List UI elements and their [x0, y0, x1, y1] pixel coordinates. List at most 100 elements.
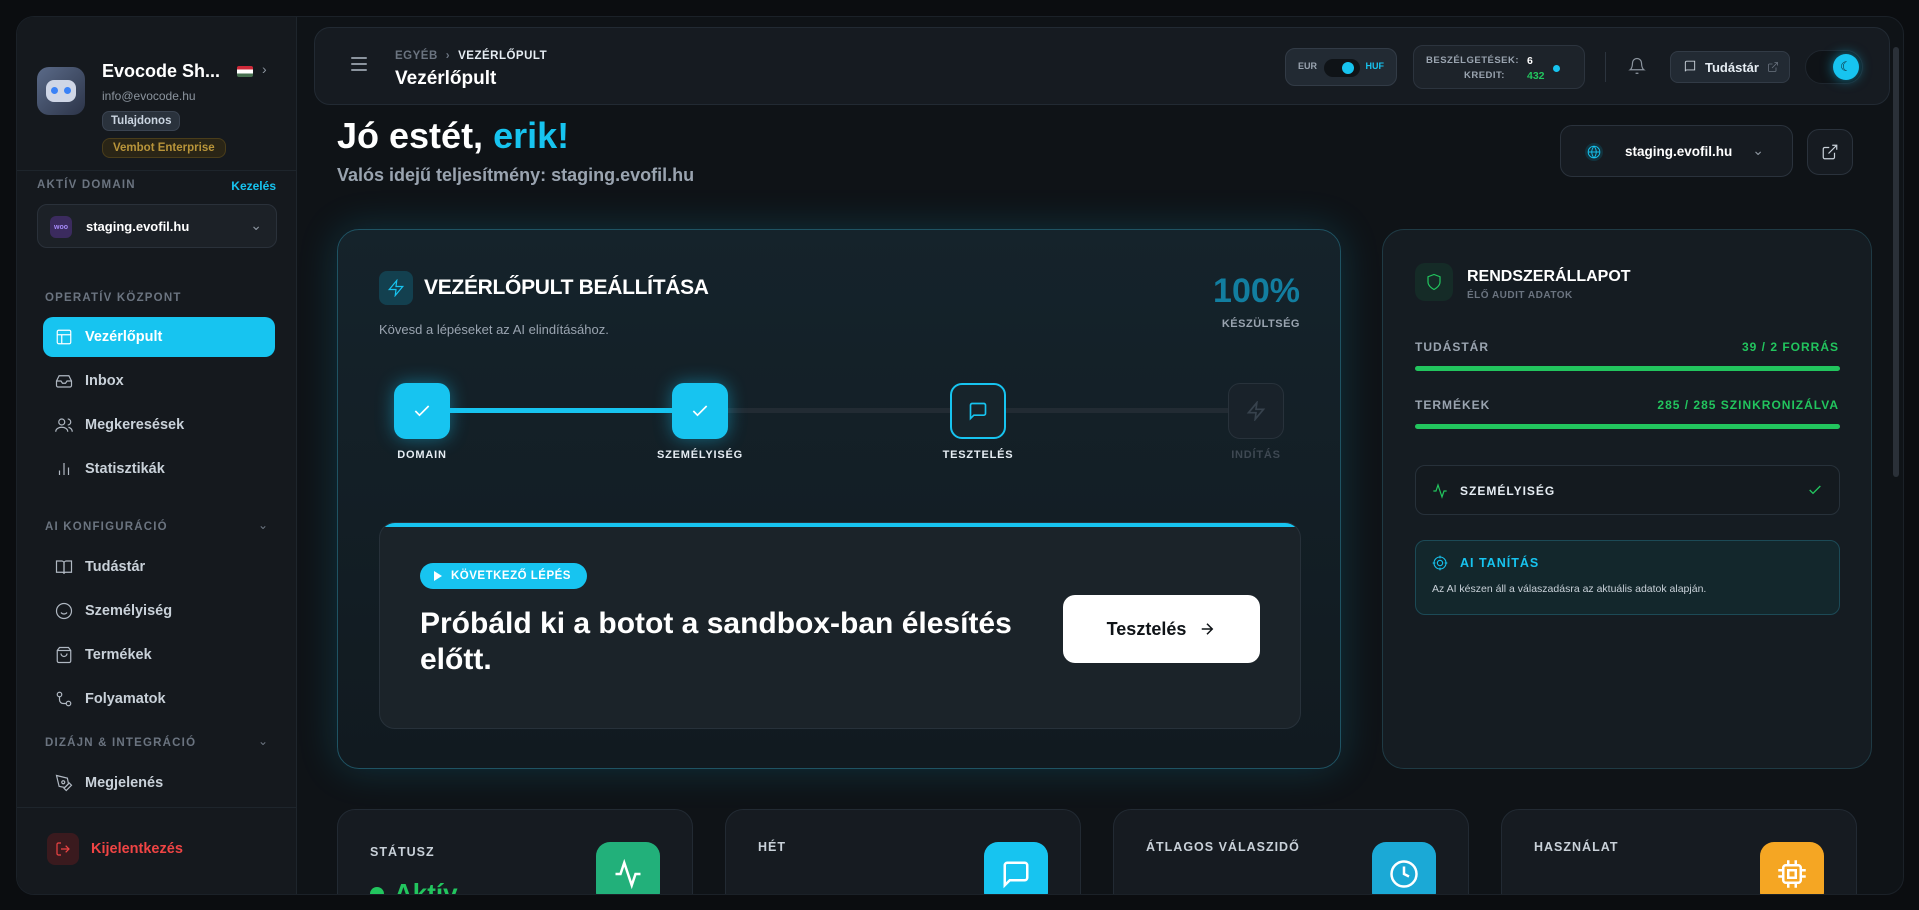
personality-status-row[interactable]: SZEMÉLYISÉG	[1415, 465, 1840, 515]
step-label-testing: TESZTELÉS	[942, 449, 1014, 461]
external-link-icon	[1768, 62, 1778, 72]
activity-icon	[596, 842, 660, 894]
sidebar-item-label: Folyamatok	[85, 691, 166, 707]
workflow-icon	[56, 691, 72, 707]
next-step-box: KÖVETKEZŐ LÉPÉS Próbáld ki a botot a san…	[379, 522, 1301, 729]
sidebar-item-inquiries[interactable]: Megkeresések	[43, 405, 275, 445]
next-step-badge-label: KÖVETKEZŐ LÉPÉS	[451, 570, 571, 582]
domain-switcher-value: staging.evofil.hu	[1625, 144, 1733, 159]
clock-icon	[1372, 842, 1436, 894]
test-button[interactable]: Tesztelés	[1063, 595, 1260, 663]
setup-card: VEZÉRLŐPULT BEÁLLÍTÁSA Kövesd a lépéseke…	[337, 229, 1341, 769]
sidebar-item-dashboard[interactable]: Vezérlőpult	[43, 317, 275, 357]
metric-value-products: 285 / 285 SZINKRONIZÁLVA	[1657, 398, 1839, 412]
profile-name: Evocode Sh...	[102, 61, 221, 81]
arrow-right-icon	[1202, 623, 1214, 635]
domain-selector[interactable]: woo staging.evofil.hu ⌄	[37, 204, 277, 248]
ai-training-box: AI TANÍTÁS Az AI készen áll a válaszadás…	[1415, 540, 1840, 615]
toggle-knob	[1342, 62, 1354, 74]
currency-toggle[interactable]: EUR HUF	[1285, 48, 1397, 86]
knowledge-base-button[interactable]: Tudástár	[1670, 51, 1790, 83]
sidebar-item-label: Személyiség	[85, 603, 173, 619]
page-scrollbar[interactable]	[1893, 47, 1899, 477]
logout-button[interactable]: Kijelentkezés	[47, 833, 183, 865]
sidebar-item-statistics[interactable]: Statisztikák	[43, 449, 275, 489]
active-domain-heading: AKTÍV DOMAIN	[37, 179, 136, 191]
breadcrumb-parent[interactable]: EGYÉB	[395, 50, 438, 62]
ai-training-title: AI TANÍTÁS	[1460, 556, 1540, 570]
sidebar-item-label: Vezérlőpult	[85, 329, 163, 345]
external-link-icon	[1822, 144, 1838, 160]
sidebar-item-label: Megjelenés	[85, 775, 164, 791]
step-launch[interactable]	[1228, 383, 1284, 439]
next-step-badge: KÖVETKEZŐ LÉPÉS	[420, 563, 587, 589]
sidebar-item-inbox[interactable]: Inbox	[43, 361, 275, 401]
metric-value-knowledge: 39 / 2 FORRÁS	[1741, 340, 1839, 354]
sidebar-item-label: Inbox	[85, 373, 124, 389]
users-icon	[55, 418, 73, 432]
metric-label-knowledge: TUDÁSTÁR	[1415, 340, 1489, 354]
avatar	[37, 67, 85, 115]
cpu-icon	[1432, 555, 1448, 571]
check-icon	[692, 405, 708, 417]
metric-bar-fill	[1415, 366, 1840, 371]
chevron-down-icon[interactable]: ⌄	[258, 518, 268, 532]
chevron-down-icon[interactable]: ⌄	[258, 734, 268, 748]
divider	[17, 807, 297, 808]
theme-toggle[interactable]: ☾	[1805, 50, 1863, 84]
status-dot	[1553, 65, 1560, 72]
status-dot	[370, 886, 384, 894]
check-icon	[1809, 485, 1821, 495]
zap-icon	[379, 271, 413, 305]
open-site-button[interactable]	[1807, 129, 1853, 175]
role-badge: Tulajdonos	[102, 111, 181, 131]
step-personality[interactable]	[672, 383, 728, 439]
currency-left: EUR	[1298, 61, 1318, 71]
metric-label-products: TERMÉKEK	[1415, 398, 1491, 412]
setup-percent-label: KÉSZÜLTSÉG	[1221, 318, 1300, 330]
greeting-prefix: Jó estét,	[337, 115, 494, 156]
metric-bar-fill	[1415, 424, 1840, 429]
kpi-label: ÁTLAGOS VÁLASZIDŐ	[1146, 840, 1300, 854]
step-label-launch: INDÍTÁS	[1231, 449, 1281, 461]
kpi-card-week: HÉT	[725, 809, 1081, 894]
breadcrumb: EGYÉB › VEZÉRLŐPULT	[395, 50, 547, 62]
top-bar: EGYÉB › VEZÉRLŐPULT Vezérlőpult EUR HUF BE…	[314, 27, 1890, 105]
zap-icon	[1246, 401, 1266, 421]
setup-percent: 100%	[1213, 272, 1300, 310]
greeting-subtitle: Valós idejű teljesítmény: staging.evofil…	[337, 165, 695, 185]
domain-switcher[interactable]: staging.evofil.hu ⌄	[1560, 125, 1793, 177]
logout-icon	[47, 833, 79, 865]
conversations-value: 6	[1527, 55, 1533, 67]
sidebar-item-workflows[interactable]: Folyamatok	[43, 679, 275, 719]
step-testing[interactable]	[950, 383, 1006, 439]
chevron-right-icon[interactable]: ›	[262, 61, 267, 77]
sidebar-item-products[interactable]: Termékek	[43, 635, 275, 675]
menu-icon[interactable]	[351, 57, 367, 71]
next-step-accent	[380, 523, 1300, 527]
manage-domain-link[interactable]: Kezelés	[231, 179, 276, 193]
ai-training-description: Az AI készen áll a válaszadásra az aktuá…	[1432, 583, 1707, 595]
chevron-down-icon: ⌄	[1752, 142, 1764, 158]
message-square-icon	[984, 842, 1048, 894]
woo-logo-icon: woo	[50, 216, 72, 238]
sidebar-item-appearance[interactable]: Megjelenés	[43, 763, 275, 803]
shopping-bag-icon	[56, 646, 72, 664]
system-status-card: RENDSZERÁLLAPOT ÉLŐ AUDIT ADATOK TUDÁSTÁ…	[1382, 229, 1872, 769]
kpi-value: Aktív	[370, 878, 458, 894]
conversations-label: BESZÉLGETÉSEK:	[1426, 55, 1520, 66]
sidebar-item-personality[interactable]: Személyiség	[43, 591, 275, 631]
bell-icon[interactable]	[1628, 57, 1646, 75]
sidebar-item-label: Tudástár	[85, 559, 146, 575]
sidebar: Evocode Sh... › info@evocode.hu Tulajdon…	[17, 17, 297, 894]
divider	[1605, 52, 1606, 82]
app-frame: Evocode Sh... › info@evocode.hu Tulajdon…	[16, 16, 1904, 895]
test-button-label: Tesztelés	[1106, 618, 1187, 639]
step-domain[interactable]	[394, 383, 450, 439]
sidebar-item-knowledge[interactable]: Tudástár	[43, 547, 275, 587]
logout-label: Kijelentkezés	[91, 841, 183, 857]
layout-icon	[56, 329, 72, 345]
section-heading-operative: OPERATÍV KÖZPONT	[45, 292, 182, 304]
globe-icon	[1585, 143, 1603, 161]
moon-icon: ☾	[1833, 54, 1859, 80]
